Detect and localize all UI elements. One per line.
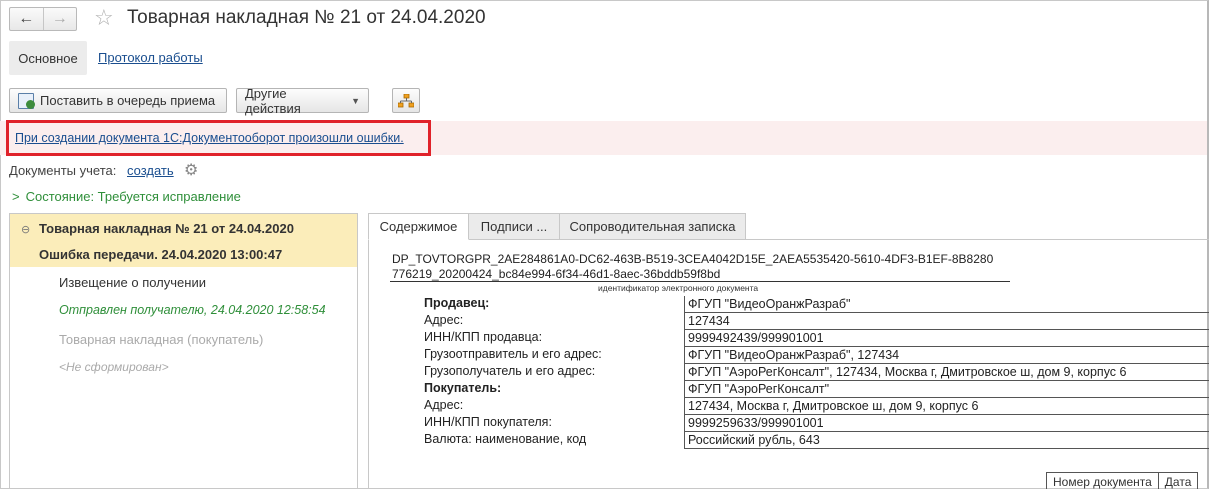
buyer-label: Покупатель:	[424, 381, 502, 395]
seller-label: Продавец:	[424, 296, 490, 310]
page-title: Товарная накладная № 21 от 24.04.2020	[127, 7, 486, 28]
tree-item-document[interactable]: Товарная накладная № 21 от 24.04.2020	[39, 221, 294, 236]
queue-receive-button[interactable]: Поставить в очередь приема	[9, 88, 227, 113]
documents-label: Документы учета:	[9, 163, 117, 178]
tree-item-notice[interactable]: Извещение о получении	[59, 275, 206, 290]
currency-value: Российский рубль, 643	[684, 432, 1209, 449]
document-identifier: DP_TOVTORGPR_2AE284861A0-DC62-463B-B519-…	[392, 252, 993, 282]
tree-item-not-formed: <Не сформирован>	[59, 360, 169, 374]
favorite-star-icon[interactable]: ☆	[94, 5, 114, 31]
structure-button[interactable]	[392, 88, 420, 113]
consignee-label: Грузополучатель и его адрес:	[424, 364, 596, 378]
seller-address-value: 127434	[684, 313, 1209, 330]
document-id-line-2: 776219_20200424_bc84e994-6f34-46d1-8aec-…	[392, 267, 721, 281]
create-documents-link[interactable]: создать	[127, 163, 174, 178]
back-arrow-icon[interactable]: ←	[10, 8, 43, 30]
tree-item-sent[interactable]: Отправлен получателю, 24.04.2020 12:58:5…	[59, 303, 326, 317]
seller-inn-label: ИНН/КПП продавца:	[424, 330, 543, 344]
tree-item-error[interactable]: Ошибка передачи. 24.04.2020 13:00:47	[39, 247, 282, 262]
error-message-link[interactable]: При создании документа 1С:Документооборо…	[15, 131, 404, 145]
chevron-down-icon: ▼	[351, 95, 360, 106]
navigation-buttons: ← →	[9, 7, 77, 31]
table-header: Номер документа Дата	[1046, 472, 1199, 489]
tab-signatures[interactable]: Подписи ...	[468, 213, 560, 240]
seller-value: ФГУП "ВидеоОранжРазраб"	[684, 296, 1209, 313]
other-actions-label: Другие действия	[245, 85, 301, 116]
buyer-value: ФГУП "АэроРегКонсалт"	[684, 381, 1209, 398]
buyer-address-value: 127434, Москва г, Дмитровское ш, дом 9, …	[684, 398, 1209, 415]
tab-cover-note[interactable]: Сопроводительная записка	[559, 213, 746, 240]
tab-main[interactable]: Основное	[9, 41, 87, 75]
document-id-line-1: DP_TOVTORGPR_2AE284861A0-DC62-463B-B519-…	[392, 252, 994, 266]
gear-icon[interactable]: ⚙	[184, 160, 198, 180]
tab-content[interactable]: Содержимое	[368, 213, 469, 240]
tree-item-buyer-doc[interactable]: Товарная накладная (покупатель)	[59, 332, 263, 347]
chevron-right-icon: >	[12, 189, 20, 204]
consignee-value: ФГУП "АэроРегКонсалт", 127434, Москва г,…	[684, 364, 1209, 381]
buyer-address-label: Адрес:	[424, 398, 464, 412]
table-header-date: Дата	[1159, 473, 1199, 489]
identifier-caption: идентификатор электронного документа	[598, 283, 759, 293]
buyer-inn-label: ИНН/КПП покупателя:	[424, 415, 552, 429]
consignor-label: Грузоотправитель и его адрес:	[424, 347, 602, 361]
identifier-underline	[390, 281, 1010, 282]
hierarchy-icon	[398, 93, 414, 107]
state-toggle[interactable]: > Состояние: Требуется исправление	[12, 189, 241, 204]
exchange-tree: ⊖ Товарная накладная № 21 от 24.04.2020 …	[9, 213, 358, 489]
table-header-doc-number: Номер документа	[1047, 473, 1159, 489]
other-actions-button[interactable]: Другие действия ▼	[236, 85, 369, 116]
seller-address-label: Адрес:	[424, 313, 464, 327]
queue-receive-label: Поставить в очередь приема	[40, 93, 216, 108]
collapse-icon[interactable]: ⊖	[21, 223, 30, 236]
state-text: Состояние: Требуется исправление	[25, 189, 241, 204]
forward-arrow-icon[interactable]: →	[42, 8, 77, 30]
tab-protocol[interactable]: Протокол работы	[98, 50, 203, 65]
queue-icon	[18, 92, 35, 109]
buyer-inn-value: 9999259633/999901001	[684, 415, 1209, 432]
consignor-value: ФГУП "ВидеоОранжРазраб", 127434	[684, 347, 1209, 364]
seller-inn-value: 9999492439/999901001	[684, 330, 1209, 347]
currency-label: Валюта: наименование, код	[424, 432, 587, 446]
